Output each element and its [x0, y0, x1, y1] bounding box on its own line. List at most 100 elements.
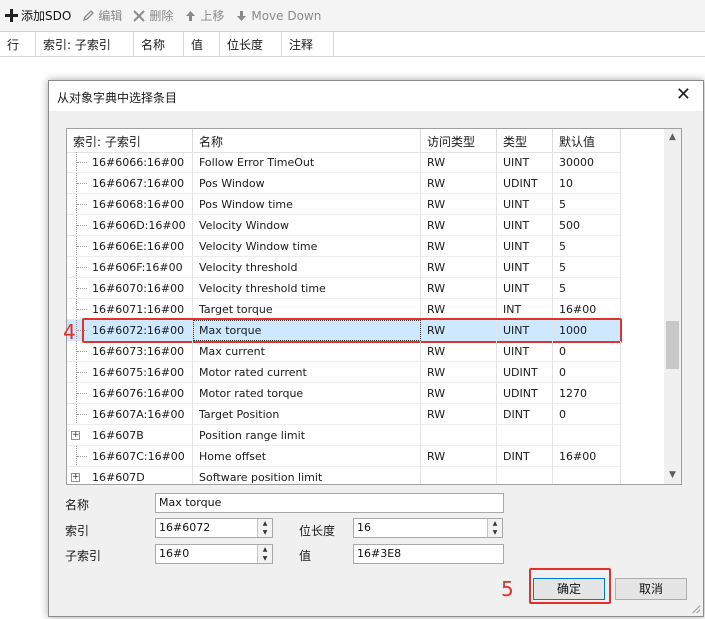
tree-row[interactable]: 16#6066:16#00 Follow Error TimeOut RW UINT 3… — [67, 152, 621, 173]
tree-row[interactable]: 16#6073:16#00 Max current RW UINT 0 — [67, 341, 621, 362]
tree-branch — [77, 246, 87, 247]
row-index: 16#607B — [92, 429, 144, 442]
tree-row[interactable]: 16#607C:16#00 Home offset RW DINT 16#00 — [67, 446, 621, 467]
bitlength-spinner[interactable]: ▲ ▼ — [487, 519, 502, 537]
add-sdo-button[interactable]: 添加SDO — [4, 7, 71, 24]
tree-row[interactable]: 16#6076:16#00 Motor rated torque RW UDINT 12… — [67, 383, 621, 404]
value-label: 值 — [299, 549, 312, 563]
scroll-down-icon[interactable]: ▼ — [664, 467, 681, 484]
col-name[interactable]: 名称 — [134, 32, 184, 56]
subindex-stepper[interactable]: 16#0 ▲ ▼ — [155, 544, 273, 564]
bitlength-stepper[interactable]: 16 ▲ ▼ — [353, 518, 503, 538]
tree-rows: 16#6066:16#00 Follow Error TimeOut RW UINT 3… — [67, 152, 622, 484]
index-spinner[interactable]: ▲ ▼ — [257, 519, 272, 537]
tree-col-default[interactable]: 默认值 — [553, 129, 621, 152]
tree-row[interactable]: 16#607A:16#00 Target Position RW DINT 0 — [67, 404, 621, 425]
tree-col-type[interactable]: 类型 — [497, 129, 553, 152]
name-field[interactable]: Max torque — [155, 493, 504, 513]
row-index-cell: 16#607A:16#00 — [67, 404, 193, 425]
row-index: 16#607D — [92, 471, 145, 484]
row-type: UDINT — [497, 173, 553, 194]
row-default: 10 — [553, 173, 621, 194]
tree-row[interactable]: 16#606E:16#00 Velocity Window time RW UINT 5 — [67, 236, 621, 257]
row-name: Home offset — [193, 446, 421, 467]
subindex-label: 子索引 — [65, 549, 102, 563]
row-name: Motor rated current — [193, 362, 421, 383]
edit-button[interactable]: 编辑 — [81, 7, 122, 24]
index-value: 16#6072 — [159, 521, 211, 534]
row-index: 16#6073:16#00 — [92, 345, 185, 358]
row-default: 0 — [553, 404, 621, 425]
row-index-cell: 16#6066:16#00 — [67, 152, 193, 173]
expand-plus-icon[interactable]: + — [71, 431, 80, 440]
scroll-up-icon[interactable]: ▲ — [664, 129, 681, 146]
row-type: UINT — [497, 236, 553, 257]
subindex-spinner[interactable]: ▲ ▼ — [257, 545, 272, 563]
row-type: UDINT — [497, 362, 553, 383]
tree-row[interactable]: 16#6067:16#00 Pos Window RW UDINT 10 — [67, 173, 621, 194]
row-index-cell: 16#6076:16#00 — [67, 383, 193, 404]
row-index-cell: 16#606D:16#00 — [67, 215, 193, 236]
row-name: Max current — [193, 341, 421, 362]
delete-label: 删除 — [149, 9, 174, 23]
value-field[interactable]: 16#3E8 — [353, 544, 504, 564]
tree-row[interactable]: 16#6075:16#00 Motor rated current RW UDINT 0 — [67, 362, 621, 383]
arrow-down-icon — [234, 9, 248, 23]
close-icon[interactable]: ✕ — [676, 86, 691, 104]
tree-col-name[interactable]: 名称 — [193, 129, 421, 152]
move-down-button[interactable]: Move Down — [234, 9, 321, 23]
row-name: Software position limit — [193, 467, 421, 484]
col-row[interactable]: 行 — [0, 32, 36, 56]
object-dictionary-tree[interactable]: 索引: 子索引 名称 访问类型 类型 默认值 16#6066:16#00 Foll… — [66, 128, 682, 485]
col-value[interactable]: 值 — [184, 32, 220, 56]
row-name: Motor rated torque — [193, 383, 421, 404]
resize-grip-icon[interactable] — [692, 605, 700, 613]
row-index-cell: 16#607C:16#00 — [67, 446, 193, 467]
x-icon — [132, 9, 146, 23]
ok-button[interactable]: 确定 — [533, 578, 605, 600]
spin-up-icon: ▲ — [492, 520, 498, 527]
subindex-value: 16#0 — [159, 547, 190, 560]
col-index[interactable]: 索引: 子索引 — [36, 32, 134, 56]
sdo-table-header: 行 索引: 子索引 名称 值 位长度 注释 — [0, 32, 705, 57]
row-default: 0 — [553, 341, 621, 362]
row-index: 16#6072:16#00 — [92, 324, 185, 337]
row-access: RW — [421, 383, 497, 404]
col-comment[interactable]: 注释 — [282, 32, 334, 56]
index-stepper[interactable]: 16#6072 ▲ ▼ — [155, 518, 273, 538]
tree-branch — [77, 309, 87, 310]
vertical-scrollbar[interactable]: ▲ ▼ — [664, 129, 681, 484]
tree-row[interactable]: 16#606D:16#00 Velocity Window RW UINT 500 — [67, 215, 621, 236]
row-name: Target torque — [193, 299, 421, 320]
tree-col-access[interactable]: 访问类型 — [421, 129, 497, 152]
tree-row[interactable]: 16#606F:16#00 Velocity threshold RW UINT 5 — [67, 257, 621, 278]
row-index: 16#606D:16#00 — [92, 219, 186, 232]
tree-row[interactable]: 16#6071:16#00 Target torque RW INT 16#00 — [67, 299, 621, 320]
tree-branch — [77, 225, 87, 226]
tree-col-index[interactable]: 索引: 子索引 — [67, 129, 193, 152]
delete-button[interactable]: 删除 — [132, 7, 173, 24]
tree-branch — [77, 183, 87, 184]
row-default: 16#00 — [553, 299, 621, 320]
expand-plus-icon[interactable]: + — [71, 473, 80, 482]
row-default — [553, 425, 621, 446]
cancel-button[interactable]: 取消 — [615, 578, 687, 600]
row-name: Velocity Window — [193, 215, 421, 236]
move-up-label: 上移 — [200, 9, 225, 23]
row-name: Position range limit — [193, 425, 421, 446]
tree-row[interactable]: 16#6068:16#00 Pos Window time RW UINT 5 — [67, 194, 621, 215]
row-type: UINT — [497, 152, 553, 173]
col-bitlength[interactable]: 位长度 — [220, 32, 282, 56]
scroll-thumb[interactable] — [666, 321, 679, 369]
tree-row-selected[interactable]: 16#6072:16#00 Max torque RW UINT 1000 — [67, 318, 622, 343]
name-label: 名称 — [65, 498, 90, 512]
move-up-button[interactable]: 上移 — [183, 7, 224, 24]
row-index-cell: 16#6068:16#00 — [67, 194, 193, 215]
row-index: 16#6076:16#00 — [92, 387, 185, 400]
tree-row[interactable]: +16#607B Position range limit — [67, 425, 621, 446]
bitlength-label: 位长度 — [299, 524, 336, 538]
row-type: UINT — [497, 215, 553, 236]
tree-row[interactable]: 16#6070:16#00 Velocity threshold time RW UI… — [67, 278, 621, 299]
row-default: 5 — [553, 194, 621, 215]
tree-row[interactable]: +16#607D Software position limit — [67, 467, 621, 484]
